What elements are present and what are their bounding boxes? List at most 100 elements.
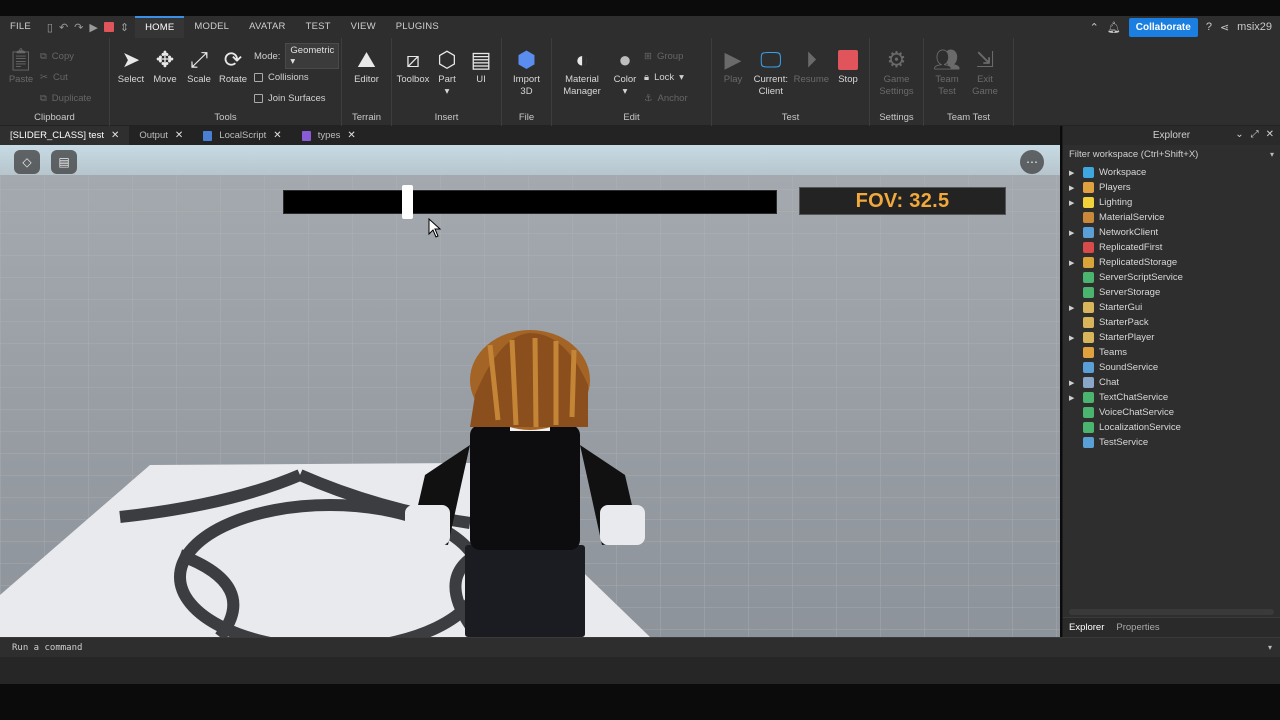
lock-button[interactable]: 🔒︎ Lock ▾ xyxy=(644,69,688,85)
help-icon[interactable]: ? xyxy=(1206,21,1212,33)
close-icon[interactable]: ✕ xyxy=(273,126,281,145)
fov-slider-knob[interactable] xyxy=(401,185,413,219)
cut-button[interactable]: ✂ Cut xyxy=(40,69,91,85)
bell-icon[interactable]: 🔔︎ xyxy=(1107,21,1121,34)
import-3d-button[interactable]: ⬢ Import 3D xyxy=(508,46,545,98)
color-dropdown-icon[interactable]: ▾ xyxy=(623,86,628,98)
close-icon[interactable]: ✕ xyxy=(175,126,183,145)
toolbox-button[interactable]: ⧄ Toolbox xyxy=(397,46,430,86)
terrain-editor-button[interactable]: ⛰ Editor xyxy=(352,46,382,86)
explorer-item-replicatedstorage[interactable]: ▶ ReplicatedStorage xyxy=(1063,255,1280,270)
explorer-item-replicatedfirst[interactable]: ReplicatedFirst xyxy=(1063,240,1280,255)
explorer-item-soundservice[interactable]: SoundService xyxy=(1063,360,1280,375)
exit-game-button[interactable]: ⇲ Exit Game xyxy=(968,46,1002,98)
tab-avatar[interactable]: AVATAR xyxy=(239,16,295,38)
tab-plugins[interactable]: PLUGINS xyxy=(386,16,449,38)
color-button[interactable]: ● Color ▾ xyxy=(610,46,640,98)
collisions-toggle[interactable]: Collisions xyxy=(254,69,339,85)
team-test-button[interactable]: 👥︎ Team Test xyxy=(930,46,964,98)
resume-button[interactable]: ⏵ Resume xyxy=(794,46,829,86)
join-surfaces-toggle[interactable]: Join Surfaces xyxy=(254,90,339,106)
chevron-up-icon[interactable]: ⌃ xyxy=(1090,21,1099,34)
explorer-item-voicechatservice[interactable]: VoiceChatService xyxy=(1063,405,1280,420)
explorer-item-serverscriptservice[interactable]: ServerScriptService xyxy=(1063,270,1280,285)
play-button[interactable]: ▶ Play xyxy=(718,46,748,86)
quick-access-menu-icon[interactable]: ⇕ xyxy=(120,21,129,34)
explorer-filter-input[interactable]: Filter workspace (Ctrl+Shift+X) ▾ xyxy=(1063,145,1280,163)
redo-icon[interactable]: ↷ xyxy=(74,21,83,34)
stop-quick-icon[interactable] xyxy=(103,22,114,32)
game-viewport[interactable]: ◇ ▤ ⋯ FOV: 32.5 xyxy=(0,145,1060,637)
duplicate-button[interactable]: ⧉ Duplicate xyxy=(40,90,91,106)
collisions-checkbox[interactable] xyxy=(254,72,263,82)
file-menu[interactable]: FILE xyxy=(0,16,41,38)
explorer-item-starterpack[interactable]: StarterPack xyxy=(1063,315,1280,330)
join-surfaces-checkbox[interactable] xyxy=(254,93,263,103)
fov-slider-track[interactable] xyxy=(283,190,777,214)
expand-arrow-icon[interactable]: ▶ xyxy=(1069,394,1083,402)
stop-button[interactable]: Stop xyxy=(833,46,863,86)
chevron-down-icon[interactable]: ▾ xyxy=(1268,643,1272,652)
tab-view[interactable]: VIEW xyxy=(341,16,386,38)
play-quick-icon[interactable]: ▶ xyxy=(89,21,97,34)
explorer-item-textchatservice[interactable]: ▶ TextChatService xyxy=(1063,390,1280,405)
new-file-icon[interactable]: ▯ xyxy=(47,21,53,34)
move-button[interactable]: ✥ Move xyxy=(150,46,180,86)
explorer-item-localizationservice[interactable]: LocalizationService xyxy=(1063,420,1280,435)
explorer-item-starterplayer[interactable]: ▶ StarterPlayer xyxy=(1063,330,1280,345)
explorer-item-serverstorage[interactable]: ServerStorage xyxy=(1063,285,1280,300)
explorer-item-testservice[interactable]: TestService xyxy=(1063,435,1280,450)
rotate-button[interactable]: ⟳ Rotate xyxy=(218,46,248,86)
explorer-item-chat[interactable]: ▶ Chat xyxy=(1063,375,1280,390)
select-button[interactable]: ➤ Select xyxy=(116,46,146,86)
ui-button[interactable]: ▤ UI xyxy=(466,46,496,86)
explorer-item-startergui[interactable]: ▶ StarterGui xyxy=(1063,300,1280,315)
explorer-scrollbar[interactable] xyxy=(1069,609,1274,615)
roblox-menu-button[interactable]: ◇ xyxy=(14,150,40,174)
expand-arrow-icon[interactable]: ▶ xyxy=(1069,199,1083,207)
command-bar[interactable]: Run a command ▾ xyxy=(0,637,1280,657)
group-button[interactable]: ⊞ Group xyxy=(644,48,688,64)
undo-icon[interactable]: ↶ xyxy=(59,21,68,34)
lock-dropdown-icon[interactable]: ▾ xyxy=(679,72,684,83)
paste-button[interactable]: 📋︎ Paste xyxy=(6,46,36,86)
close-icon[interactable]: ✕ xyxy=(1266,129,1274,140)
tab-localscript[interactable]: LocalScript ✕ xyxy=(193,126,291,145)
pop-out-icon[interactable]: ⤢ xyxy=(1251,129,1259,140)
material-manager-button[interactable]: ◐ Material Manager xyxy=(558,46,606,98)
close-icon[interactable]: ✕ xyxy=(111,126,119,145)
game-settings-button[interactable]: ⚙ Game Settings xyxy=(877,46,917,98)
explorer-item-players[interactable]: ▶ Players xyxy=(1063,180,1280,195)
username[interactable]: msix29 xyxy=(1237,21,1272,33)
expand-arrow-icon[interactable]: ▶ xyxy=(1069,334,1083,342)
collaborate-button[interactable]: Collaborate xyxy=(1128,17,1198,37)
scale-button[interactable]: ⤢ Scale xyxy=(184,46,214,86)
share-icon[interactable]: ⋖ xyxy=(1220,21,1229,34)
expand-arrow-icon[interactable]: ▶ xyxy=(1069,229,1083,237)
tab-explorer[interactable]: Explorer xyxy=(1069,622,1104,633)
part-dropdown-icon[interactable]: ▾ xyxy=(445,86,450,98)
part-button[interactable]: ⬡ Part ▾ xyxy=(432,46,462,98)
tab-test[interactable]: TEST xyxy=(296,16,341,38)
close-icon[interactable]: ✕ xyxy=(347,126,355,145)
chevron-down-icon[interactable]: ⌄ xyxy=(1235,129,1243,140)
tab-slider-class-test[interactable]: [SLIDER_CLASS] test ✕ xyxy=(0,126,130,145)
explorer-item-networkclient[interactable]: ▶ NetworkClient xyxy=(1063,225,1280,240)
more-options-button[interactable]: ⋯ xyxy=(1020,150,1044,174)
tab-model[interactable]: MODEL xyxy=(184,16,239,38)
expand-arrow-icon[interactable]: ▶ xyxy=(1069,379,1083,387)
explorer-item-workspace[interactable]: ▶ Workspace xyxy=(1063,165,1280,180)
expand-arrow-icon[interactable]: ▶ xyxy=(1069,259,1083,267)
tab-output[interactable]: Output ✕ xyxy=(129,126,193,145)
expand-arrow-icon[interactable]: ▶ xyxy=(1069,304,1083,312)
anchor-button[interactable]: ⚓︎ Anchor xyxy=(644,90,688,106)
current-client-button[interactable]: 🖵︎ Current: Client xyxy=(752,46,790,98)
mode-select[interactable]: Geometric ▾ xyxy=(285,43,340,69)
tab-types[interactable]: types ✕ xyxy=(292,126,366,145)
explorer-item-materialservice[interactable]: MaterialService xyxy=(1063,210,1280,225)
explorer-item-teams[interactable]: Teams xyxy=(1063,345,1280,360)
explorer-item-lighting[interactable]: ▶ Lighting xyxy=(1063,195,1280,210)
expand-arrow-icon[interactable]: ▶ xyxy=(1069,169,1083,177)
tab-properties[interactable]: Properties xyxy=(1116,622,1159,633)
copy-button[interactable]: ⧉ Copy xyxy=(40,48,91,64)
